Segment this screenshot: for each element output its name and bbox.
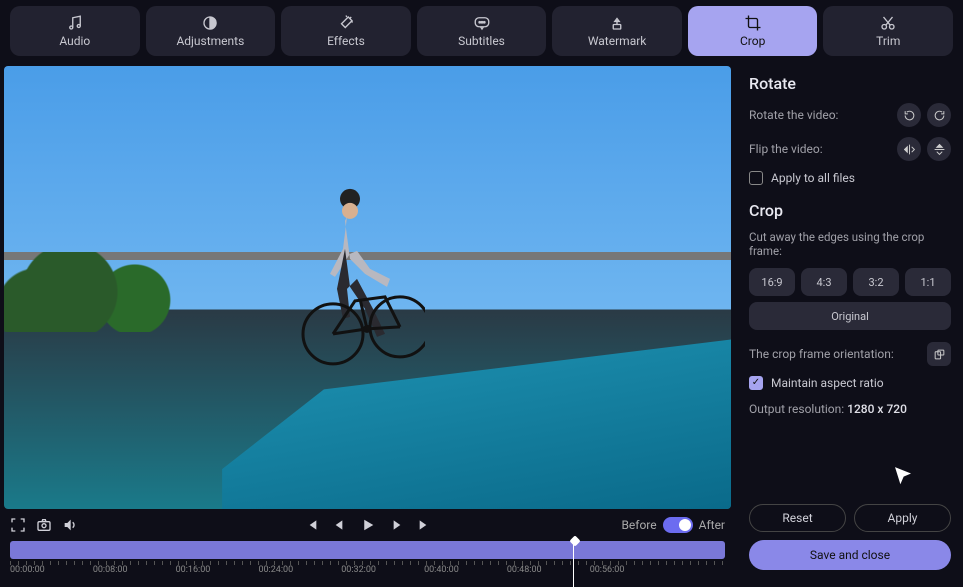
timeline-ruler: 00:00:00 00:08:00 00:16:00 00:24:00 00:3… — [10, 565, 725, 576]
flip-vertical-button[interactable] — [927, 137, 951, 161]
snapshot-button[interactable] — [36, 517, 52, 533]
maintain-ratio-checkbox[interactable] — [749, 376, 763, 390]
fullscreen-button[interactable] — [10, 517, 26, 533]
rotate-ccw-button[interactable] — [897, 103, 921, 127]
apply-button[interactable]: Apply — [854, 504, 951, 532]
ratio-16-9-button[interactable]: 16:9 — [749, 268, 795, 296]
save-close-button[interactable]: Save and close — [749, 540, 951, 570]
frame-back-button[interactable] — [331, 517, 347, 533]
tab-audio[interactable]: Audio — [10, 6, 140, 56]
tab-crop[interactable]: Crop — [688, 6, 818, 56]
crop-heading: Crop — [749, 201, 951, 220]
before-after-toggle[interactable] — [663, 517, 693, 533]
skip-end-button[interactable] — [417, 517, 433, 533]
after-label: After — [699, 518, 725, 532]
skip-start-button[interactable] — [303, 517, 319, 533]
tab-trim[interactable]: Trim — [823, 6, 953, 56]
ratio-3-2-button[interactable]: 3:2 — [853, 268, 899, 296]
maintain-ratio-label: Maintain aspect ratio — [771, 376, 884, 390]
preview-content — [295, 146, 425, 412]
tab-effects[interactable]: Effects — [281, 6, 411, 56]
rotate-heading: Rotate — [749, 74, 951, 93]
ratio-original-button[interactable]: Original — [749, 302, 951, 330]
orientation-button[interactable] — [927, 342, 951, 366]
before-label: Before — [621, 518, 656, 532]
flip-horizontal-button[interactable] — [897, 137, 921, 161]
ratio-1-1-button[interactable]: 1:1 — [905, 268, 951, 296]
output-res-label: Output resolution: — [749, 402, 844, 416]
tab-adjustments[interactable]: Adjustments — [146, 6, 276, 56]
rotate-cw-button[interactable] — [927, 103, 951, 127]
apply-all-checkbox[interactable] — [749, 171, 763, 185]
ratio-4-3-button[interactable]: 4:3 — [801, 268, 847, 296]
volume-button[interactable] — [62, 517, 78, 533]
rotate-label: Rotate the video: — [749, 108, 838, 122]
play-button[interactable] — [359, 516, 377, 534]
tab-watermark[interactable]: Watermark — [552, 6, 682, 56]
crop-desc: Cut away the edges using the crop frame: — [749, 230, 951, 258]
video-preview[interactable] — [4, 66, 731, 509]
reset-button[interactable]: Reset — [749, 504, 846, 532]
frame-forward-button[interactable] — [389, 517, 405, 533]
apply-all-label: Apply to all files — [771, 171, 855, 185]
tab-subtitles[interactable]: Subtitles — [417, 6, 547, 56]
cursor-icon — [893, 466, 913, 486]
timeline-scrubber[interactable] — [10, 541, 725, 559]
orientation-label: The crop frame orientation: — [749, 347, 894, 361]
output-res-value: 1280 x 720 — [847, 402, 907, 416]
flip-label: Flip the video: — [749, 142, 823, 156]
